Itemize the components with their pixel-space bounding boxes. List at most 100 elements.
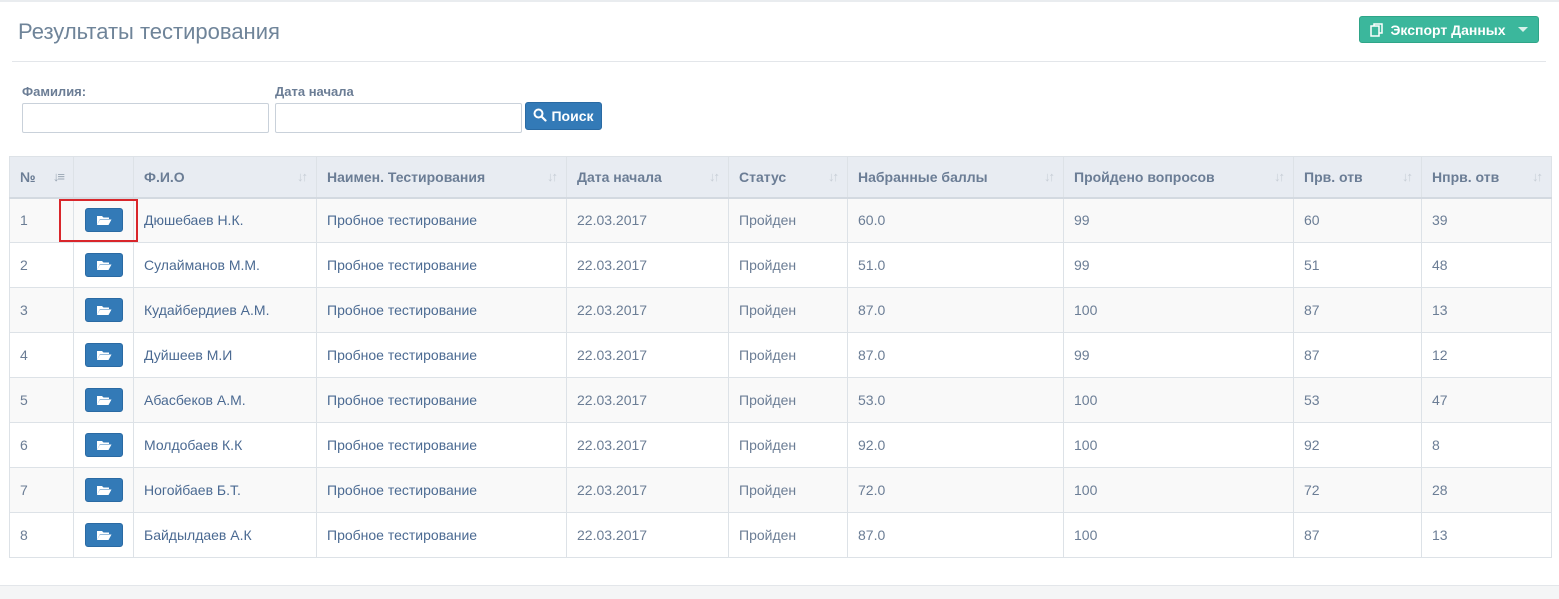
table-row: 1 Дюшебаев Н.К. Пробное тестирование 22.03.… [9,197,1552,243]
cell-answered-count: 100 [1063,377,1294,423]
cell-answered-count: 100 [1063,512,1294,558]
results-table: № ↓≡ Ф.И.О ↓↑ Наимен. Тестирования ↓↑ Дата … [9,156,1552,558]
surname-input[interactable] [22,103,269,133]
cell-correct-count: 51 [1293,242,1422,288]
cell-status: Пройден [728,287,848,333]
column-header-start-date[interactable]: Дата начала ↓↑ [566,156,729,199]
table-row: 4 Дуйшеев М.И Пробное тестирование 22.03.20… [9,332,1552,378]
open-result-button[interactable] [84,343,123,367]
cell-start-date: 22.03.2017 [566,287,729,333]
column-header-actions [73,156,134,199]
export-data-button[interactable]: Экспорт Данных [1359,16,1539,43]
cell-correct-count: 87 [1293,332,1422,378]
column-header-status[interactable]: Статус ↓↑ [728,156,848,199]
column-header-number[interactable]: № ↓≡ [9,156,74,199]
cell-score: 53.0 [847,377,1064,423]
cell-status: Пройден [728,377,848,423]
cell-wrong-count: 28 [1421,467,1552,513]
open-result-button[interactable] [84,388,123,412]
table-header-row: № ↓≡ Ф.И.О ↓↑ Наимен. Тестирования ↓↑ Дата … [9,156,1552,199]
cell-row-number: 5 [9,377,74,423]
column-header-wrong[interactable]: Нпрв. отв ↓↑ [1421,156,1552,199]
open-result-button[interactable] [84,523,123,547]
cell-correct-count: 53 [1293,377,1422,423]
cell-row-number: 2 [9,242,74,288]
sort-icon: ↓↑ [297,169,308,184]
cell-test-name: Пробное тестирование [316,422,567,468]
cell-full-name: Ногойбаев Б.Т. [133,467,317,513]
column-header-score[interactable]: Набранные баллы ↓↑ [847,156,1064,199]
cell-score: 60.0 [847,197,1064,243]
column-header-answered[interactable]: Пройдено вопросов ↓↑ [1063,156,1294,199]
cell-score: 87.0 [847,512,1064,558]
cell-full-name: Абасбеков А.М. [133,377,317,423]
cell-row-number: 4 [9,332,74,378]
cell-test-name: Пробное тестирование [316,467,567,513]
table-row: 2 Сулайманов М.М. Пробное тестирование 22.0… [9,242,1552,288]
start-date-label: Дата начала [275,84,354,99]
cell-full-name: Байдылдаев А.К [133,512,317,558]
sort-icon: ↓↑ [709,169,720,184]
cell-wrong-count: 39 [1421,197,1552,243]
sort-icon: ↓↑ [1532,169,1543,184]
cell-status: Пройден [728,197,848,243]
bottom-bar [0,585,1559,599]
cell-start-date: 22.03.2017 [566,197,729,243]
table-row: 3 Кудайбердиев А.М. Пробное тестирование 22… [9,287,1552,333]
start-date-input[interactable] [275,103,522,133]
cell-correct-count: 87 [1293,512,1422,558]
action-cell [73,197,134,243]
sort-icon: ↓≡ [52,169,65,184]
cell-status: Пройден [728,512,848,558]
column-header-full-name[interactable]: Ф.И.О ↓↑ [133,156,317,199]
table-row: 6 Молдобаев К.К Пробное тестирование 22.03.… [9,422,1552,468]
cell-test-name: Пробное тестирование [316,512,567,558]
action-cell [73,467,134,513]
cell-score: 92.0 [847,422,1064,468]
sort-icon: ↓↑ [547,169,558,184]
cell-score: 87.0 [847,287,1064,333]
cell-row-number: 6 [9,422,74,468]
column-header-test-name[interactable]: Наимен. Тестирования ↓↑ [316,156,567,199]
cell-full-name: Дюшебаев Н.К. [133,197,317,243]
cell-test-name: Пробное тестирование [316,287,567,333]
sort-icon: ↓↑ [1274,169,1285,184]
copy-icon [1370,22,1384,37]
cell-correct-count: 72 [1293,467,1422,513]
table-row: 5 Абасбеков А.М. Пробное тестирование 22.03… [9,377,1552,423]
open-result-button[interactable] [84,298,123,322]
cell-test-name: Пробное тестирование [316,377,567,423]
cell-wrong-count: 13 [1421,287,1552,333]
cell-full-name: Молдобаев К.К [133,422,317,468]
sort-icon: ↓↑ [1044,169,1055,184]
search-button[interactable]: Поиск [525,102,602,130]
column-header-correct[interactable]: Прв. отв ↓↑ [1293,156,1422,199]
table-body: 1 Дюшебаев Н.К. Пробное тестирование 22.03.… [9,197,1552,558]
cell-wrong-count: 12 [1421,332,1552,378]
cell-test-name: Пробное тестирование [316,242,567,288]
open-result-button[interactable] [84,433,123,457]
cell-wrong-count: 8 [1421,422,1552,468]
cell-answered-count: 100 [1063,422,1294,468]
cell-start-date: 22.03.2017 [566,242,729,288]
search-icon [533,108,548,125]
cell-start-date: 22.03.2017 [566,332,729,378]
open-result-button[interactable] [84,208,123,233]
cell-row-number: 1 [9,197,74,243]
export-data-label: Экспорт Данных [1390,21,1506,38]
table-row: 7 Ногойбаев Б.Т. Пробное тестирование 22.03… [9,467,1552,513]
open-result-button[interactable] [84,253,123,277]
action-cell [73,332,134,378]
action-cell [73,377,134,423]
cell-test-name: Пробное тестирование [316,332,567,378]
cell-row-number: 7 [9,467,74,513]
action-cell [73,242,134,288]
cell-score: 51.0 [847,242,1064,288]
cell-correct-count: 92 [1293,422,1422,468]
open-result-button[interactable] [84,478,123,502]
sort-icon: ↓↑ [828,169,839,184]
cell-answered-count: 100 [1063,287,1294,333]
table-row: 8 Байдылдаев А.К Пробное тестирование 22.03… [9,512,1552,558]
cell-wrong-count: 47 [1421,377,1552,423]
surname-label: Фамилия: [22,84,87,99]
